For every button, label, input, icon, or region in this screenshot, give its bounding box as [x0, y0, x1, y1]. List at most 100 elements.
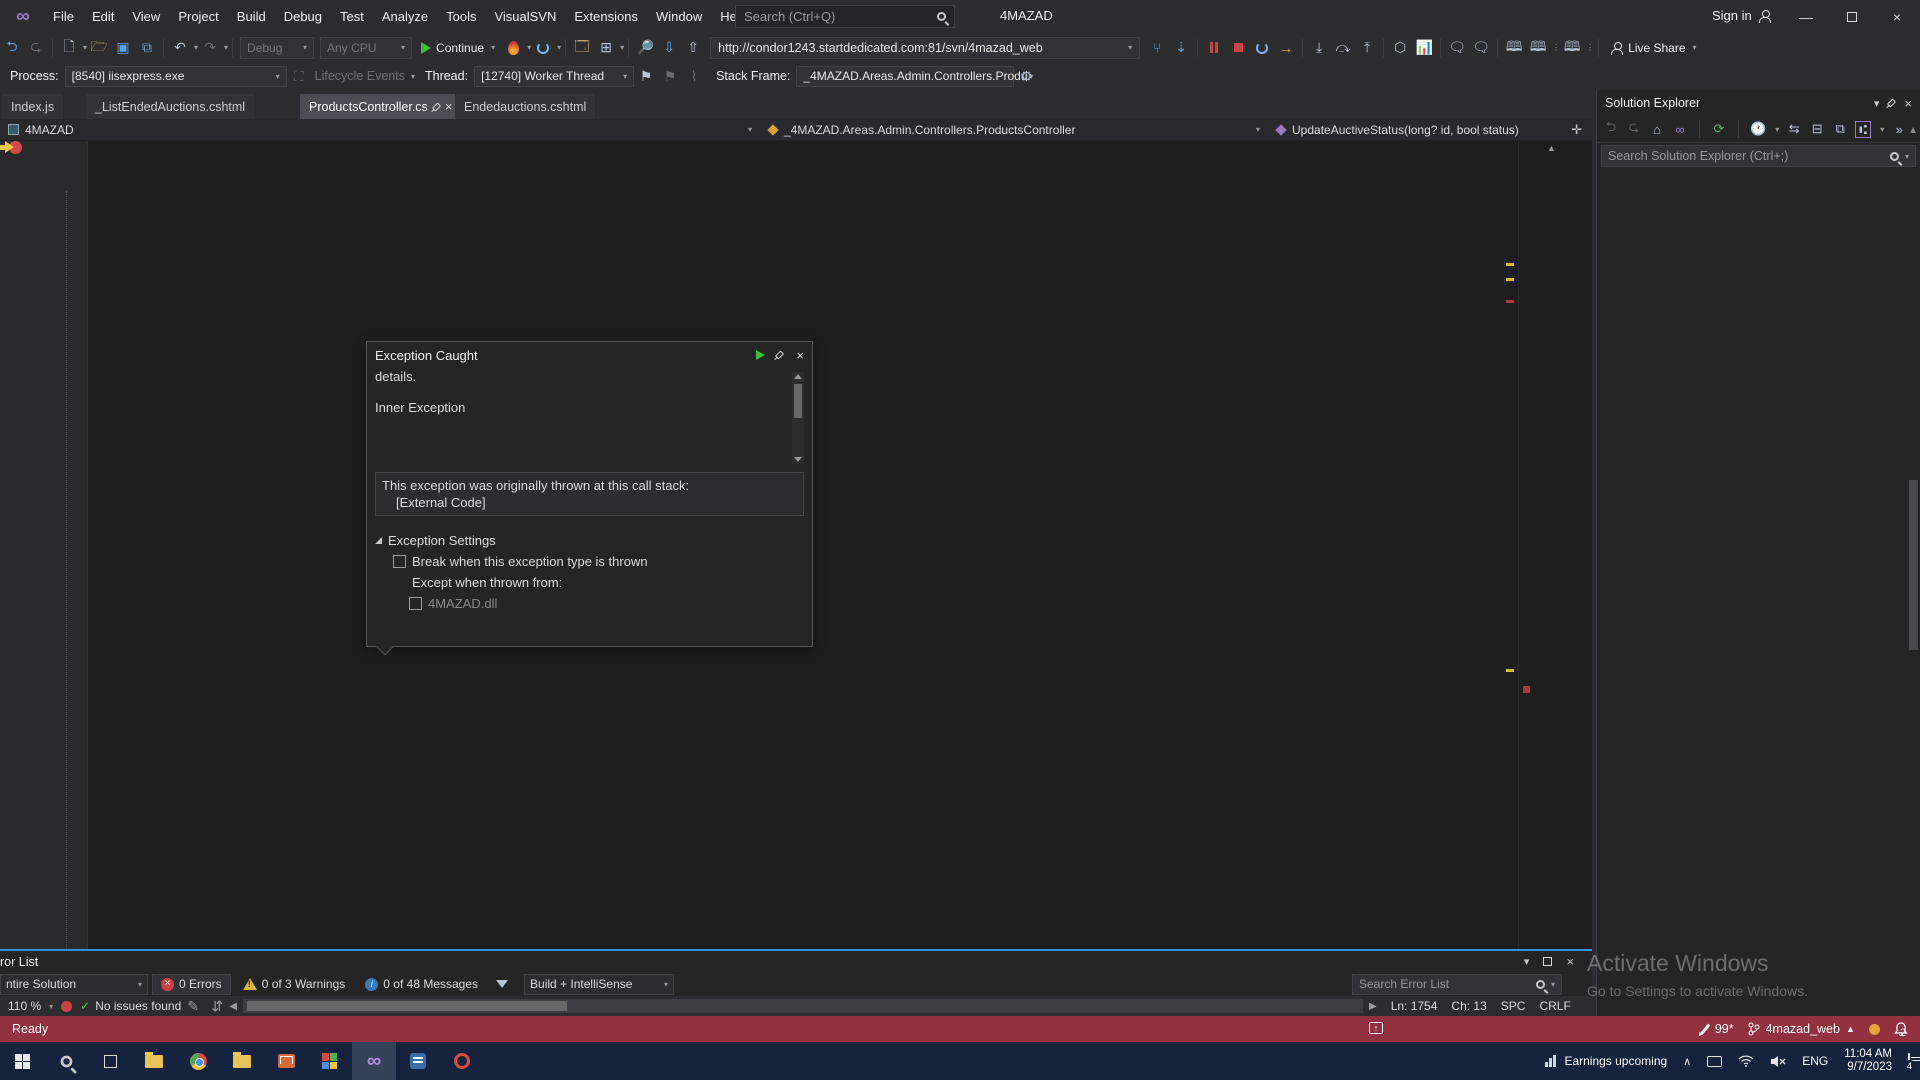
source-filter-dropdown[interactable]: Build + IntelliSense▾	[524, 974, 674, 995]
save-icon[interactable]: ▣	[112, 37, 134, 59]
pin-icon[interactable]	[1887, 98, 1896, 107]
sync-icon[interactable]: ⇆	[1786, 121, 1802, 137]
errors-filter-button[interactable]: × 0 Errors	[152, 974, 231, 995]
publish-icon[interactable]: ↑	[1369, 1022, 1383, 1034]
sync-status-icon[interactable]	[1869, 1024, 1880, 1035]
new-project-icon[interactable]: 🗋	[58, 37, 80, 59]
tree-scrollbar[interactable]: ▲	[1909, 230, 1918, 790]
chrome-icon[interactable]	[176, 1042, 220, 1080]
menu-window[interactable]: Window	[647, 5, 711, 28]
volume-muted-icon[interactable]	[1770, 1055, 1786, 1068]
horizontal-scrollbar[interactable]	[243, 999, 1363, 1013]
minimize-button[interactable]: —	[1783, 0, 1829, 33]
close-icon[interactable]: ×	[445, 99, 453, 114]
split-editor-icon[interactable]: ✛	[1571, 122, 1582, 138]
branch-compare-icon[interactable]: ⑂	[1146, 37, 1168, 59]
menu-file[interactable]: File	[44, 5, 83, 28]
spaces-indicator[interactable]: SPC	[1501, 999, 1526, 1013]
scroll-up-icon[interactable]	[794, 374, 802, 379]
switch-views-icon[interactable]: ∞	[1672, 122, 1688, 137]
hex-display-icon[interactable]: ⬡	[1389, 37, 1411, 59]
tray-expand-icon[interactable]: ∧	[1683, 1055, 1691, 1068]
taskbar-search-button[interactable]	[44, 1042, 88, 1080]
step-over-icon[interactable]: ⤼	[1332, 37, 1354, 59]
window-menu-icon[interactable]: ▾	[1874, 97, 1880, 110]
sync-with-active-document-icon[interactable]: ⑆	[1855, 121, 1871, 138]
continue-execution-icon[interactable]	[756, 350, 765, 360]
mail-icon[interactable]	[264, 1042, 308, 1080]
thread-dropdown[interactable]: [12740] Worker Thread▾	[474, 66, 634, 87]
live-share-button[interactable]: Live Share ▾	[1611, 41, 1696, 55]
error-list-search-input[interactable]: Search Error List ▾	[1352, 974, 1562, 995]
breadcrumb-type[interactable]: _4MAZAD.Areas.Admin.Controllers.Products…	[760, 119, 1268, 141]
scope-dropdown[interactable]: ntire Solution▾	[0, 974, 148, 995]
navigate-back-icon[interactable]: ⮌	[1, 37, 23, 59]
wifi-icon[interactable]	[1738, 1055, 1754, 1067]
step-into-icon[interactable]: ⤓	[1308, 37, 1330, 59]
notifications-bell[interactable]: 2	[1894, 1019, 1906, 1039]
menu-build[interactable]: Build	[228, 5, 275, 28]
breadcrumb-member[interactable]: UpdateAuctiveStatus(long? id, bool statu…	[1268, 119, 1527, 141]
refresh-icon[interactable]: ⟳	[1711, 121, 1727, 137]
process-dropdown[interactable]: [8540] iisexpress.exe▾	[65, 66, 287, 87]
exception-settings-header[interactable]: Exception Settings	[375, 533, 804, 548]
find-in-files-icon[interactable]: 🔎	[634, 37, 656, 59]
menu-tools[interactable]: Tools	[437, 5, 485, 28]
visual-studio-taskbar-icon[interactable]: ∞	[352, 1042, 396, 1080]
gear-icon[interactable]: ⚙	[1015, 65, 1037, 87]
pull-icon[interactable]: ⇣	[1170, 37, 1192, 59]
quick-search-input[interactable]: Search (Ctrl+Q)	[735, 5, 955, 28]
break-on-thrown-checkbox[interactable]: Break when this exception type is thrown	[393, 554, 804, 569]
collapse-all-icon[interactable]: ⊟	[1809, 121, 1825, 137]
window-menu-icon[interactable]: ▾	[1524, 955, 1530, 968]
menu-extensions[interactable]: Extensions	[565, 5, 647, 28]
scrollbar-thumb[interactable]	[247, 1001, 567, 1011]
undo-icon[interactable]: ↶	[169, 37, 191, 59]
pending-changes-filter-icon[interactable]: 🕐	[1750, 121, 1766, 137]
suspend-icon[interactable]: ⌇	[683, 65, 705, 87]
back-icon[interactable]: ⮌	[1603, 118, 1619, 140]
uncomment-icon[interactable]: 🗨	[1470, 37, 1492, 59]
photos-app-icon[interactable]	[308, 1042, 352, 1080]
scroll-thumb[interactable]	[794, 384, 802, 418]
flag-grey-icon[interactable]: ⚑	[659, 65, 681, 87]
popup-scrollbar[interactable]	[792, 372, 804, 464]
navigate-forward-icon[interactable]: ⮎	[25, 37, 47, 59]
module-checkbox[interactable]: 4MAZAD.dll	[409, 596, 804, 611]
line-ending-indicator[interactable]: CRLF	[1539, 999, 1570, 1013]
maximize-panel-icon[interactable]	[1543, 957, 1552, 966]
bookmark-prev-icon[interactable]: 🕮	[1527, 37, 1549, 59]
menu-project[interactable]: Project	[169, 5, 227, 28]
home-icon[interactable]: ⌂	[1649, 122, 1665, 137]
scroll-down-icon[interactable]	[794, 457, 802, 462]
forward-icon[interactable]: ⮎	[1626, 118, 1642, 140]
scroll-thumb[interactable]	[1909, 480, 1918, 650]
close-icon[interactable]: ×	[1566, 954, 1574, 969]
redo-icon[interactable]: ↷	[199, 37, 221, 59]
properties-icon[interactable]: ⧉	[1832, 121, 1848, 137]
continue-button[interactable]: Continue ▾	[421, 41, 495, 55]
edit-icon[interactable]: ✎	[182, 998, 204, 1014]
menu-edit[interactable]: Edit	[83, 5, 123, 28]
warnings-filter-button[interactable]: 0 of 3 Warnings	[235, 974, 354, 995]
navigate-down-icon[interactable]: ⇩	[658, 37, 680, 59]
menu-view[interactable]: View	[123, 5, 169, 28]
solution-explorer-search-input[interactable]: Search Solution Explorer (Ctrl+;) ▾	[1601, 145, 1916, 167]
menu-debug[interactable]: Debug	[275, 5, 331, 28]
solution-platform-dropdown[interactable]: Any CPU▾	[320, 37, 412, 59]
scroll-left-icon[interactable]: ◀	[229, 1001, 237, 1012]
error-list-titlebar[interactable]: ror List ▾ ×	[0, 951, 1592, 972]
action-center-button[interactable]: 4	[1908, 1054, 1910, 1068]
file-explorer-icon[interactable]	[132, 1042, 176, 1080]
folder-icon[interactable]	[220, 1042, 264, 1080]
flag-icon[interactable]: ⚑	[635, 65, 657, 87]
minimap-collapse-icon[interactable]: ▲	[1547, 143, 1556, 153]
tab--listendedauctions-cshtml[interactable]: _ListEndedAuctions.cshtml	[86, 94, 255, 119]
menu-visualsvn[interactable]: VisualSVN	[485, 5, 565, 28]
restart-debug-icon[interactable]	[1251, 37, 1273, 59]
maximize-button[interactable]	[1829, 0, 1875, 33]
open-file-icon[interactable]: 🗁	[88, 37, 110, 59]
pin-icon[interactable]	[775, 350, 784, 359]
clock[interactable]: 11:04 AM 9/7/2023	[1844, 1048, 1892, 1074]
browse-with-icon[interactable]: 🗔	[571, 37, 593, 59]
